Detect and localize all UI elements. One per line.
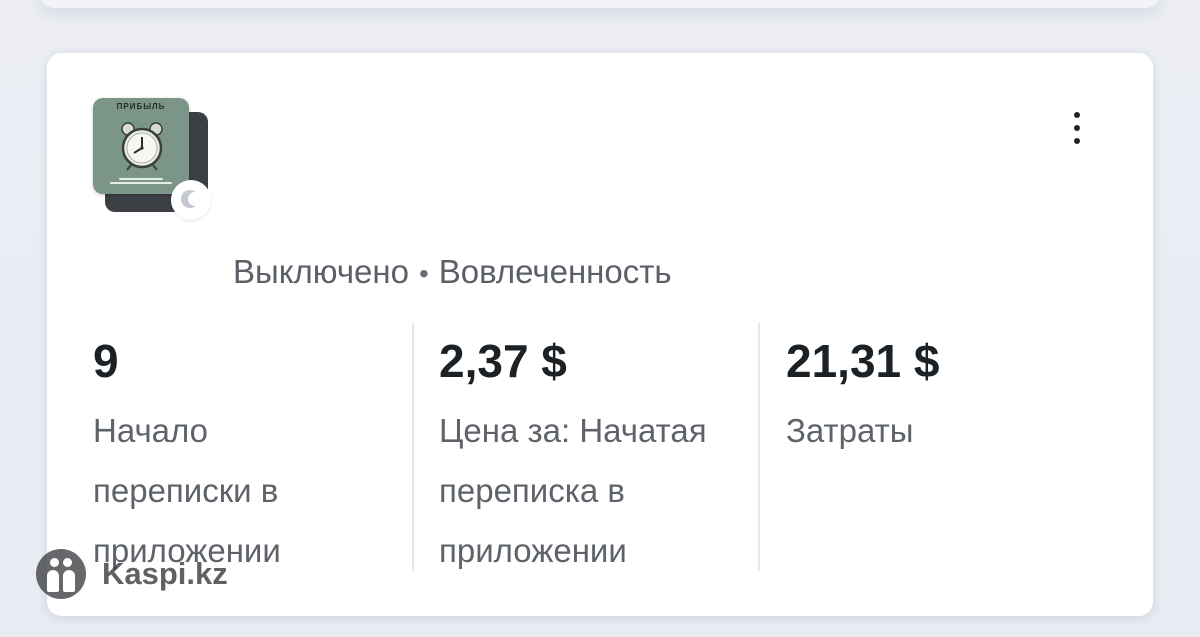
kaspi-watermark: Kaspi.kz	[36, 548, 228, 600]
metric-cost-per-conversation: 2,37 $ Цена за: Начатая переписка в прил…	[439, 323, 707, 573]
metric-value: 2,37 $	[439, 335, 567, 387]
campaign-goal: Вовлеченность	[438, 253, 672, 290]
campaign-status-line: Выключено • Вовлеченность	[233, 253, 672, 291]
status-separator: •	[418, 258, 429, 289]
creative-title: ПРИБЫЛЬ	[116, 102, 166, 111]
campaign-card[interactable]: ПРИБЫЛЬ Выключено • Вовлеченность 9 Нача…	[47, 53, 1153, 616]
meta-logo-icon	[171, 180, 211, 220]
more-vertical-icon	[1074, 112, 1080, 118]
metric-spend: 21,31 $ Затраты	[786, 323, 939, 573]
more-options-button[interactable]	[1062, 108, 1092, 148]
metric-conversations: 9 Начало переписки в приложении	[93, 323, 281, 573]
metric-value: 9	[93, 335, 119, 387]
metric-divider	[412, 323, 414, 571]
previous-card-edge	[40, 0, 1160, 8]
alarm-clock-icon	[121, 122, 163, 171]
watermark-text: Kaspi.kz	[102, 556, 228, 591]
kaspi-logo-icon	[36, 549, 86, 599]
campaign-state: Выключено	[233, 253, 409, 290]
campaign-thumbnail[interactable]: ПРИБЫЛЬ	[93, 98, 213, 220]
metric-label: Цена за: Начатая переписка в приложении	[439, 412, 707, 569]
metric-label: Затраты	[786, 412, 914, 449]
metric-value: 21,31 $	[786, 335, 940, 387]
metric-divider	[758, 323, 760, 571]
ad-creative-image: ПРИБЫЛЬ	[93, 98, 189, 194]
creative-caption	[103, 176, 179, 186]
